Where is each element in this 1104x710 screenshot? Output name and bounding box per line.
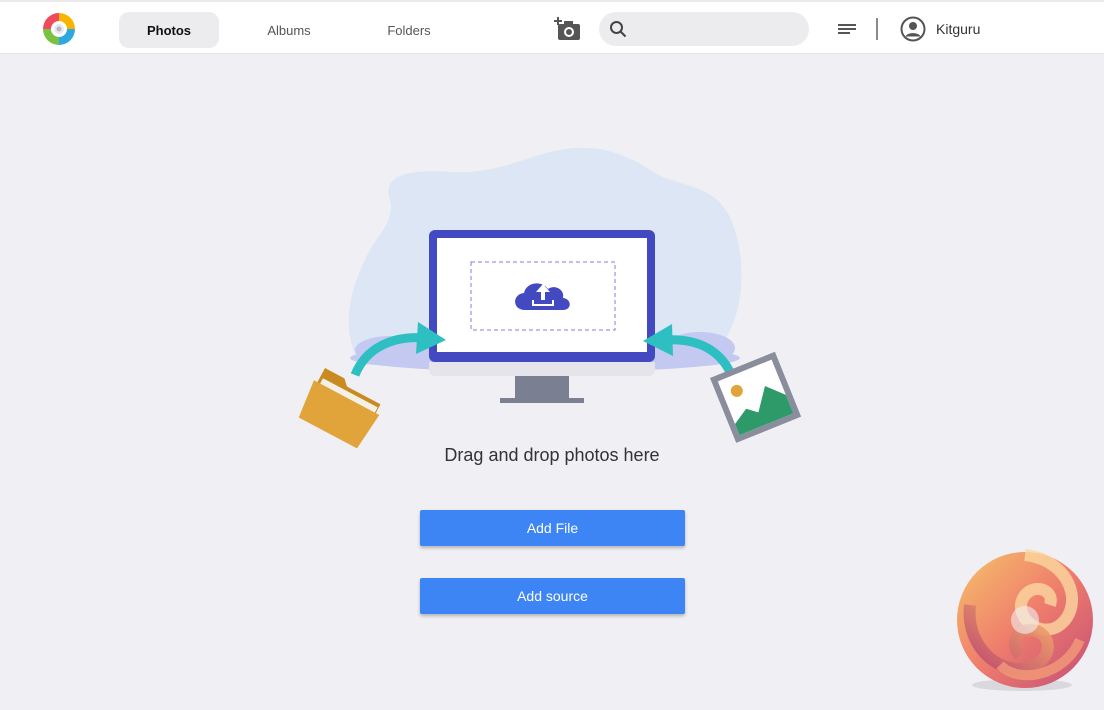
add-file-button[interactable]: Add File: [420, 510, 685, 546]
user-name[interactable]: Kitguru: [936, 21, 980, 37]
search-bar[interactable]: [599, 12, 809, 46]
tab-photos[interactable]: Photos: [119, 12, 219, 48]
drop-instructions: Drag and drop photos here: [444, 445, 660, 465]
tab-folders[interactable]: Folders: [359, 12, 459, 48]
monitor-chin: [429, 362, 655, 376]
monitor-base: [500, 398, 584, 403]
app-logo-icon[interactable]: [41, 11, 77, 47]
top-bar: Photos Albums Folders Kitguru: [0, 0, 1104, 54]
search-input[interactable]: [637, 18, 801, 42]
tab-albums[interactable]: Albums: [239, 12, 339, 48]
list-view-icon[interactable]: [835, 18, 859, 40]
add-photo-camera-icon[interactable]: [553, 15, 583, 43]
add-source-button[interactable]: Add source: [420, 578, 685, 614]
user-avatar-icon[interactable]: [900, 16, 926, 42]
folder-icon: [298, 368, 381, 449]
watermark-logo: [957, 549, 1093, 691]
header-divider: [876, 18, 878, 40]
search-icon: [610, 21, 627, 38]
drop-zone-illustration: [298, 147, 802, 449]
monitor-stand: [515, 375, 569, 399]
